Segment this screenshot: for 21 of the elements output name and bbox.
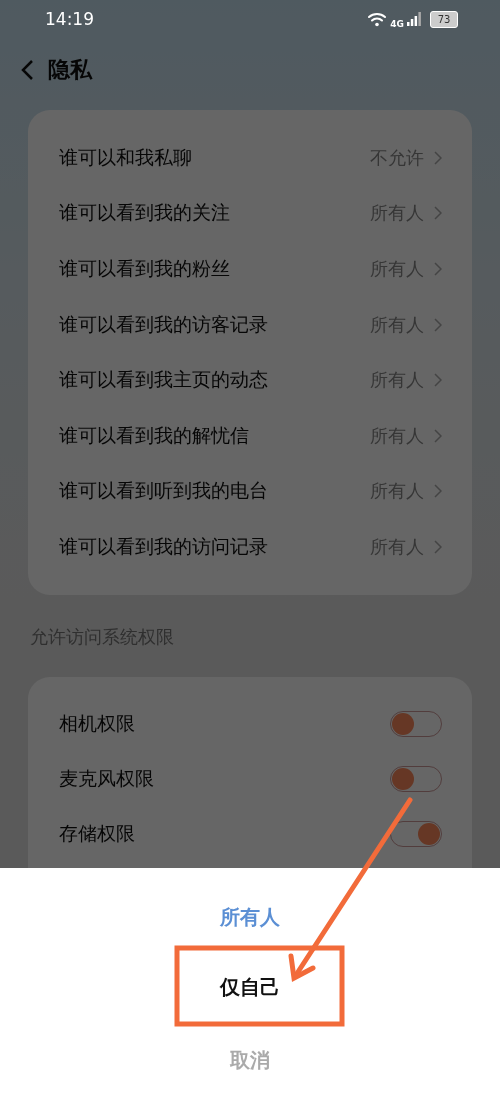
chevron-right-icon	[434, 317, 442, 332]
wifi-icon	[367, 11, 388, 27]
chevron-right-icon	[434, 206, 442, 221]
permission-label: 存储权限	[59, 821, 135, 847]
chevron-right-icon	[434, 373, 442, 388]
chevron-right-icon	[434, 262, 442, 276]
chevron-right-icon	[434, 150, 442, 165]
sheet-option[interactable]: 所有人	[0, 882, 500, 952]
sheet-option[interactable]: 取消	[0, 1022, 500, 1098]
battery-indicator: 73	[430, 10, 458, 28]
permission-label: 相机权限	[59, 711, 135, 737]
page-title: 隐私	[48, 56, 92, 84]
chevron-right-icon	[434, 428, 442, 443]
status-time: 14:19	[45, 9, 94, 29]
back-icon[interactable]	[20, 59, 34, 81]
signal-icon	[407, 12, 421, 26]
permission-label: 麦克风权限	[59, 766, 154, 792]
sheet-option[interactable]: 仅自己	[0, 952, 500, 1022]
chevron-right-icon	[434, 484, 442, 499]
network-type: 4G	[390, 19, 404, 29]
chevron-right-icon	[434, 539, 442, 554]
